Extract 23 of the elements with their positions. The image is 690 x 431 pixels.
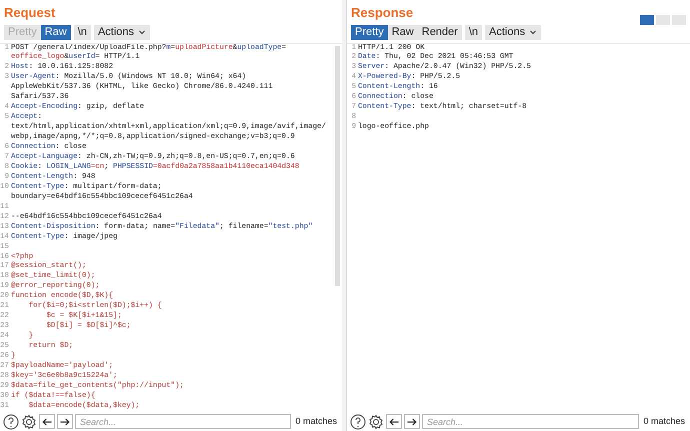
search-field[interactable]: Search... bbox=[422, 414, 640, 429]
pane-title: Request bbox=[3, 4, 56, 22]
view-tab[interactable]: Pretty bbox=[351, 24, 388, 40]
match-count: 0 matches bbox=[642, 414, 686, 428]
layout-toggle-button[interactable] bbox=[656, 14, 670, 24]
help-icon[interactable] bbox=[3, 414, 19, 430]
view-tab[interactable]: \n bbox=[74, 24, 91, 40]
layout-toggle-button[interactable] bbox=[640, 14, 654, 24]
help-icon[interactable] bbox=[350, 414, 366, 430]
search-field[interactable]: Search... bbox=[75, 414, 292, 429]
caret-icon[interactable] bbox=[138, 28, 146, 36]
view-tab[interactable]: Render bbox=[418, 24, 462, 40]
view-tab[interactable]: Raw bbox=[40, 24, 71, 40]
settings-icon[interactable] bbox=[368, 414, 384, 430]
caret-icon[interactable] bbox=[529, 28, 538, 36]
actions-dropdown[interactable]: Actions bbox=[485, 24, 542, 40]
view-tab[interactable]: Raw bbox=[388, 24, 418, 40]
pane-title: Response bbox=[350, 4, 414, 22]
layout-toggle-button[interactable] bbox=[672, 14, 686, 24]
match-count: 0 matches bbox=[294, 414, 338, 428]
view-tab[interactable]: \n bbox=[464, 24, 482, 40]
settings-icon[interactable] bbox=[21, 414, 37, 430]
actions-dropdown[interactable]: Actions bbox=[94, 24, 150, 40]
